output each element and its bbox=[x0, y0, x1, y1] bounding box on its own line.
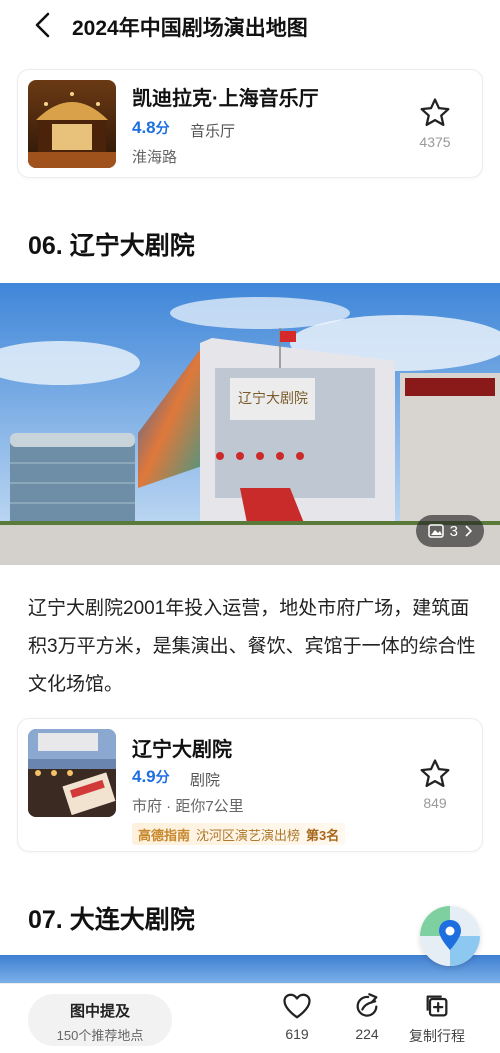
copy-plus-icon bbox=[426, 995, 448, 1017]
bottom-action-bar: 图中提及 150个推荐地点 619 224 复制行程 bbox=[0, 983, 500, 1053]
mentioned-places-title: 图中提及 bbox=[69, 1003, 130, 1020]
like-button[interactable]: 619 bbox=[262, 992, 332, 1042]
venue-card-shanghai[interactable]: 凯迪拉克·上海音乐厅 4.8分 音乐厅 淮海路 4375 bbox=[17, 69, 483, 178]
top-bar: 2024年中国剧场演出地图 bbox=[0, 0, 500, 52]
map-pin-icon bbox=[420, 906, 480, 966]
heart-icon bbox=[283, 993, 311, 1019]
section-title: 06. 辽宁大剧院 bbox=[28, 232, 195, 260]
map-button[interactable] bbox=[420, 906, 480, 966]
venue-description: 辽宁大剧院2001年投入运营，地处市府广场，建筑面积3万平方米，是集演出、餐饮、… bbox=[28, 598, 476, 695]
mentioned-places-count: 150个推荐地点 bbox=[56, 1028, 144, 1043]
mentioned-places-button[interactable]: 图中提及 150个推荐地点 bbox=[28, 994, 172, 1046]
venue-thumbnail bbox=[28, 80, 116, 168]
venue-rating: 4.9分 bbox=[132, 767, 170, 786]
venue-category: 音乐厅 bbox=[190, 123, 236, 140]
venue-location: 市府 · 距你7公里 bbox=[132, 798, 244, 815]
like-count: 619 bbox=[285, 1026, 309, 1042]
back-button[interactable] bbox=[28, 10, 58, 40]
venue-photo[interactable]: 辽宁大剧院 3 bbox=[0, 283, 500, 565]
venue-card-liaoning[interactable]: 辽宁大剧院 4.9分 剧院 市府 · 距你7公里 高德指南 沈河区演艺演出榜 第… bbox=[17, 718, 483, 852]
image-count-badge[interactable]: 3 bbox=[415, 515, 484, 547]
venue-name: 辽宁大剧院 bbox=[132, 739, 232, 761]
section-title: 07. 大连大剧院 bbox=[28, 906, 195, 934]
share-icon bbox=[356, 993, 378, 1017]
page-title: 2024年中国剧场演出地图 bbox=[72, 17, 308, 40]
favorite-button[interactable] bbox=[418, 96, 452, 130]
image-count: 3 bbox=[449, 522, 458, 540]
share-count: 224 bbox=[355, 1026, 379, 1042]
favorite-count: 849 bbox=[423, 795, 447, 811]
star-icon bbox=[420, 98, 450, 127]
venue-thumbnail bbox=[28, 729, 116, 817]
favorite-count: 4375 bbox=[419, 134, 451, 150]
chevron-right-icon bbox=[465, 525, 472, 537]
next-venue-photo[interactable] bbox=[0, 955, 500, 985]
share-button[interactable]: 224 bbox=[332, 992, 402, 1042]
chevron-left-icon bbox=[35, 12, 50, 38]
image-icon bbox=[427, 524, 444, 538]
venue-rating: 4.8分 bbox=[132, 118, 170, 137]
venue-category: 剧院 bbox=[190, 772, 221, 789]
venue-name: 凯迪拉克·上海音乐厅 bbox=[132, 88, 319, 110]
copy-itinerary-button[interactable]: 复制行程 bbox=[402, 992, 472, 1046]
copy-itinerary-label: 复制行程 bbox=[409, 1028, 465, 1044]
ranking-badge[interactable]: 高德指南 沈河区演艺演出榜 第3名 bbox=[132, 823, 346, 845]
star-icon bbox=[420, 759, 450, 788]
venue-location: 淮海路 bbox=[132, 149, 178, 166]
favorite-button[interactable] bbox=[418, 757, 452, 791]
svg-text:辽宁大剧院: 辽宁大剧院 bbox=[238, 390, 308, 407]
